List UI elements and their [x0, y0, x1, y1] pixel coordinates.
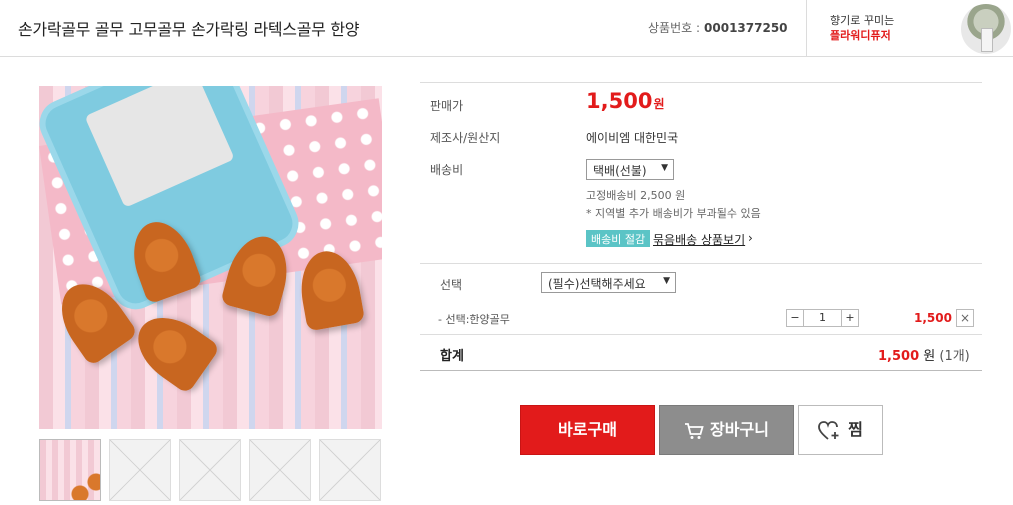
thumbnail-2[interactable]	[109, 439, 171, 501]
chevron-right-icon: ›	[748, 231, 753, 245]
maker-value: 에이비엠 대한민국	[586, 131, 679, 145]
total-count: (1개)	[939, 349, 970, 364]
divider	[420, 334, 982, 335]
shipping-label: 배송비	[430, 163, 464, 177]
selected-option: - 선택:한양골무	[438, 313, 510, 326]
qty-input[interactable]: 1	[803, 309, 842, 327]
bundle-badge: 배송비 절감	[586, 230, 651, 247]
qty-plus-button[interactable]: +	[841, 309, 859, 327]
thumbnail-5[interactable]	[319, 439, 381, 501]
price: 1,500원	[586, 89, 664, 113]
total-label: 합계	[440, 349, 464, 364]
total-amount: 1,500	[878, 349, 920, 364]
buy-now-button[interactable]: 바로구매	[520, 405, 655, 455]
thumbnail-1[interactable]	[39, 439, 101, 501]
page-header: 손가락골무 골무 고무골무 손가락링 라텍스골무 한양 상품번호 :000137…	[0, 0, 1013, 57]
wishlist-button[interactable]: 찜	[798, 405, 883, 455]
divider	[420, 370, 982, 371]
divider	[420, 263, 982, 264]
dropdown-arrow-icon: ▼	[663, 276, 670, 286]
wishlist-label: 찜	[848, 420, 863, 439]
product-title: 손가락골무 골무 고무골무 손가락링 라텍스골무 한양	[18, 20, 360, 39]
divider	[420, 82, 982, 83]
shipping-note: * 지역별 추가 배송비가 부과될수 있음	[586, 207, 761, 220]
price-unit: 원	[653, 97, 665, 111]
image-thimble	[125, 303, 221, 395]
total-price: 1,500 원 (1개)	[878, 345, 970, 364]
promo-line1: 향기로 꾸미는	[830, 14, 895, 27]
price-label: 판매가	[430, 99, 464, 113]
thumbnail-3[interactable]	[179, 439, 241, 501]
header-divider	[806, 0, 807, 57]
option-select-value: (필수)선택해주세요	[548, 277, 646, 291]
promo-banner[interactable]: 향기로 꾸미는 플라워디퓨저	[830, 13, 894, 43]
shipping-select[interactable]: 택배(선불) ▼	[586, 159, 674, 180]
price-value: 1,500	[586, 89, 653, 113]
bundle-link[interactable]: 묶음배송 상품보기	[653, 231, 745, 248]
add-to-cart-label: 장바구니	[710, 420, 769, 439]
product-code-value: 0001377250	[704, 21, 788, 35]
promo-line2: 플라워디퓨저	[830, 29, 891, 42]
heart-plus-icon	[818, 420, 839, 440]
total-unit: 원	[923, 349, 936, 364]
product-code-label: 상품번호 :	[648, 21, 701, 35]
line-price: 1,500	[914, 311, 952, 325]
buy-now-label: 바로구매	[558, 420, 617, 439]
product-code: 상품번호 :0001377250	[648, 19, 788, 36]
maker-label: 제조사/원산지	[430, 131, 501, 145]
thumbnail-4[interactable]	[249, 439, 311, 501]
product-main-image	[39, 86, 382, 429]
dropdown-arrow-icon: ▼	[661, 163, 668, 173]
shipping-fee: 고정배송비 2,500 원	[586, 189, 686, 202]
option-label: 선택	[440, 278, 463, 292]
cart-icon	[685, 422, 704, 439]
option-select[interactable]: (필수)선택해주세요 ▼	[541, 272, 676, 293]
add-to-cart-button[interactable]: 장바구니	[659, 405, 794, 455]
shipping-select-value: 택배(선불)	[593, 164, 647, 178]
remove-option-button[interactable]: ×	[956, 309, 974, 327]
promo-image[interactable]	[961, 4, 1011, 54]
qty-minus-button[interactable]: −	[786, 309, 804, 327]
